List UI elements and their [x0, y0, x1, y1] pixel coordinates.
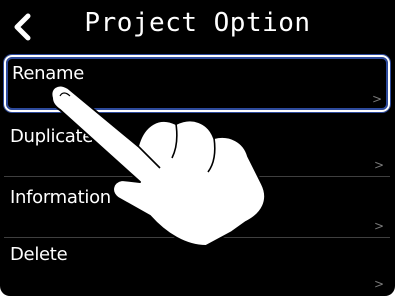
chevron-right-icon: >	[371, 92, 382, 106]
chevron-right-icon: >	[373, 158, 384, 172]
device-display: Project Option Rename > Duplicate > Info…	[0, 0, 395, 296]
chevron-right-icon: >	[373, 219, 384, 233]
menu-item-duplicate[interactable]: Duplicate >	[4, 120, 390, 177]
chevron-right-icon: >	[373, 277, 384, 291]
page-title: Project Option	[84, 8, 311, 38]
menu-item-information[interactable]: Information >	[4, 181, 390, 238]
menu-item-rename[interactable]: Rename >	[4, 55, 390, 112]
screen: Project Option Rename > Duplicate > Info…	[0, 0, 395, 300]
menu-item-label: Information	[10, 187, 111, 208]
menu-item-label: Duplicate	[10, 126, 94, 147]
menu-item-label: Delete	[10, 244, 68, 265]
header-bar: Project Option	[0, 0, 395, 50]
menu-item-label: Rename	[12, 63, 85, 84]
menu-item-delete[interactable]: Delete >	[4, 238, 390, 295]
